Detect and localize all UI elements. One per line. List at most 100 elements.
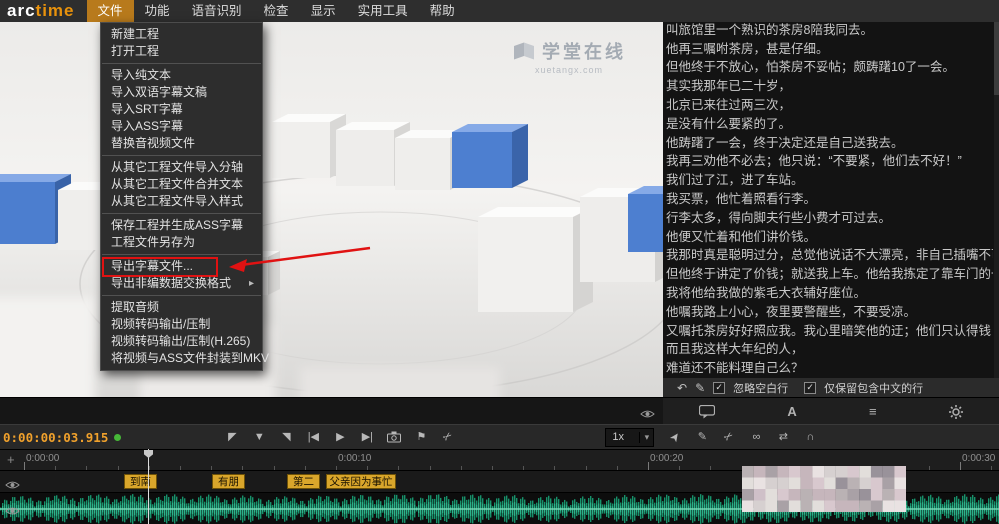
- file-menu-item[interactable]: 导入SRT字幕: [101, 101, 262, 118]
- playback-controls: ◤ ▼ ◥ |◀ ▶ ▶| ⚑ ✂: [225, 430, 455, 444]
- file-menu-item[interactable]: 导入ASS字幕: [101, 118, 262, 135]
- censored-region: [742, 466, 906, 512]
- subtitle-line[interactable]: 是没有什么要紧的了。: [663, 115, 993, 134]
- file-menu-item[interactable]: 提取音频: [101, 299, 262, 316]
- subtitle-line[interactable]: 我再三劝他不必去；他只说：“不要紧，他们去不好！”: [663, 152, 993, 171]
- file-menu-item[interactable]: 将视频与ASS文件封装到MKV: [101, 350, 262, 367]
- file-menu-item[interactable]: 从其它工程文件导入分轴: [101, 159, 262, 176]
- subtitle-clip[interactable]: 第二: [287, 474, 320, 489]
- pencil-icon[interactable]: ✎: [695, 382, 705, 394]
- subtitle-clip[interactable]: 到南: [124, 474, 157, 489]
- menu-separator: [102, 295, 261, 296]
- menu-separator: [102, 63, 261, 64]
- audio-track-eye-icon[interactable]: [5, 503, 20, 521]
- camera-icon[interactable]: [387, 431, 401, 443]
- menu-item-1[interactable]: 功能: [134, 0, 181, 22]
- marker-out-icon[interactable]: ◥: [279, 430, 293, 444]
- menu-item-2[interactable]: 语音识别: [181, 0, 253, 22]
- link-icon[interactable]: ∞: [749, 430, 763, 444]
- subtitle-line[interactable]: 其实我那年已二十岁，: [663, 77, 993, 96]
- subtitle-line[interactable]: 但他终于不放心，怕茶房不妥帖；颇踌躇10了一会。: [663, 58, 993, 77]
- subtitle-track-eye-icon[interactable]: [5, 477, 20, 495]
- subtitle-line[interactable]: 又嘱托茶房好好照应我。我心里暗笑他的迂；他们只认得钱: [663, 322, 993, 341]
- subtitle-text-panel: 本已说定不送我，叫旅馆里一个熟识的茶房8陪我同去。他再三嘱咐茶房，甚是仔细。但他…: [663, 0, 999, 397]
- subtitle-visibility-eye-icon[interactable]: [640, 406, 655, 424]
- chevron-down-icon: ▾: [639, 432, 653, 443]
- file-menu-item[interactable]: 导入纯文本: [101, 67, 262, 84]
- swap-icon[interactable]: ⇄: [776, 430, 790, 444]
- settings-icon[interactable]: [949, 405, 963, 419]
- marker-in-icon[interactable]: ◤: [225, 430, 239, 444]
- select-tool-icon[interactable]: ➤: [666, 427, 685, 446]
- file-menu-item[interactable]: 从其它工程文件合并文本: [101, 176, 262, 193]
- menu-item-5[interactable]: 实用工具: [347, 0, 419, 22]
- file-menu-item[interactable]: 视频转码输出/压制(H.265): [101, 333, 262, 350]
- subtitle-line[interactable]: 他便又忙着和他们讲价钱。: [663, 228, 993, 247]
- comment-icon[interactable]: [699, 405, 715, 419]
- play-icon[interactable]: ▶: [333, 430, 347, 444]
- menu-separator: [102, 213, 261, 214]
- menu-item-4[interactable]: 显示: [300, 0, 347, 22]
- menu-items: 文件功能语音识别检查显示实用工具帮助: [87, 0, 466, 22]
- watermark-text: 学堂在线: [542, 38, 626, 64]
- file-menu-item[interactable]: 导入双语字幕文稿: [101, 84, 262, 101]
- subtitle-line[interactable]: 北京已来往过两三次，: [663, 96, 993, 115]
- keep-chinese-only-label: 仅保留包含中文的行: [824, 380, 923, 396]
- logo-arc: arc: [7, 1, 36, 20]
- quick-edit-icon[interactable]: ✎: [695, 430, 709, 444]
- subtitle-line[interactable]: 他再三嘱咐茶房，甚是仔细。: [663, 40, 993, 59]
- speed-dropdown[interactable]: 1x ▾: [605, 428, 654, 447]
- ruler-label: 0:00:00: [26, 453, 59, 464]
- watermark: 学堂在线 xuetangx.com: [512, 38, 626, 75]
- menu-item-3[interactable]: 检查: [253, 0, 300, 22]
- subtitle-line[interactable]: 难道还不能料理自己么？: [663, 359, 993, 378]
- magnet-icon[interactable]: ∩: [803, 430, 817, 444]
- undo-icon[interactable]: ↶: [677, 382, 687, 394]
- file-menu-item[interactable]: 替换音视频文件: [101, 135, 262, 152]
- subtitle-line[interactable]: 我买票，他忙着照看行李。: [663, 190, 993, 209]
- arctime-app: arctime 文件功能语音识别检查显示实用工具帮助: [0, 0, 999, 524]
- next-sub-icon[interactable]: ▶|: [360, 430, 374, 444]
- list-icon[interactable]: ≡: [869, 404, 877, 419]
- speed-value: 1x: [606, 431, 639, 443]
- playhead[interactable]: [148, 449, 149, 524]
- prev-sub-icon[interactable]: |◀: [306, 430, 320, 444]
- subtitle-line[interactable]: 叫旅馆里一个熟识的茶房8陪我同去。: [663, 21, 993, 40]
- menu-item-0[interactable]: 文件: [87, 0, 134, 22]
- playhead-marker-icon[interactable]: ▼: [252, 430, 266, 444]
- file-menu-item[interactable]: 打开工程: [101, 43, 262, 60]
- red-annotation-arrow: [225, 240, 375, 280]
- timecode: 0:00:00:03.915: [0, 430, 108, 445]
- subtitle-clip[interactable]: 父亲因为事忙: [326, 474, 396, 489]
- app-logo: arctime: [0, 0, 87, 22]
- file-menu-item[interactable]: 新建工程: [101, 26, 262, 43]
- subtitle-line[interactable]: 我那时真是聪明过分，总觉他说话不大漂亮，非自己插嘴不可: [663, 246, 993, 265]
- ignore-blank-lines-checkbox[interactable]: ✓: [713, 382, 725, 394]
- ignore-blank-lines-label: 忽略空白行: [733, 380, 788, 396]
- ruler-label: 0:00:30: [962, 453, 995, 464]
- subtitle-line[interactable]: 而且我这样大年纪的人，: [663, 340, 993, 359]
- bookmark-icon[interactable]: ⚑: [414, 430, 428, 444]
- file-menu-item[interactable]: 从其它工程文件导入样式: [101, 193, 262, 210]
- scissors-icon[interactable]: ✂: [719, 427, 739, 447]
- ruler-label: 0:00:20: [650, 453, 683, 464]
- menu-item-6[interactable]: 帮助: [419, 0, 466, 22]
- ruler-label: 0:00:10: [338, 453, 371, 464]
- file-menu-item[interactable]: 视频转码输出/压制: [101, 316, 262, 333]
- subtitle-line[interactable]: 他踌躇了一会，终于决定还是自己送我去。: [663, 134, 993, 153]
- file-menu-item[interactable]: 保存工程并生成ASS字幕: [101, 217, 262, 234]
- subtitle-line[interactable]: 我们过了江，进了车站。: [663, 171, 993, 190]
- add-icon[interactable]: +: [7, 452, 15, 467]
- subtitle-line[interactable]: 他嘱我路上小心，夜里要警醒些，不要受凉。: [663, 303, 993, 322]
- ruler-tick: [960, 462, 961, 470]
- video-bottom-strip: [0, 397, 663, 425]
- razor-icon[interactable]: ✂: [438, 427, 458, 447]
- keep-chinese-only-checkbox[interactable]: ✓: [804, 382, 816, 394]
- subtitle-line[interactable]: 但他终于讲定了价钱；就送我上车。他给我拣定了靠车门的一张: [663, 265, 993, 284]
- subtitle-clip[interactable]: 有朋: [212, 474, 245, 489]
- subtitle-line[interactable]: 我将他给我做的紫毛大衣辅好座位。: [663, 284, 993, 303]
- menu-separator: [102, 155, 261, 156]
- font-icon[interactable]: A: [787, 404, 796, 419]
- subtitle-line[interactable]: 行李太多，得向脚夫行些小费才可过去。: [663, 209, 993, 228]
- scrollbar[interactable]: [994, 0, 999, 378]
